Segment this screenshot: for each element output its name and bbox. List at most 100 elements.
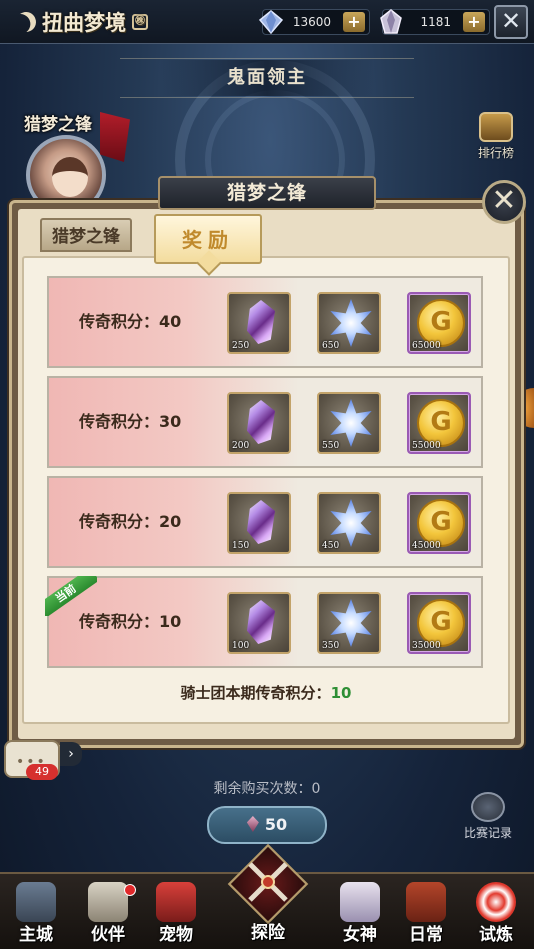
gold-coin-icon: G <box>417 299 465 347</box>
reward-item[interactable]: 150 <box>227 492 291 554</box>
item-quantity: 100 <box>232 641 250 651</box>
diamond-counter: 13600 + <box>258 9 370 35</box>
goddess-icon <box>340 882 380 922</box>
item-quantity: 200 <box>232 441 250 451</box>
nav-item-partners[interactable]: 伙伴 <box>78 874 138 949</box>
item-quantity: 250 <box>232 341 250 351</box>
item-quantity: 65000 <box>412 341 441 351</box>
reward-item[interactable]: 100 <box>227 592 291 654</box>
knight-icon <box>88 882 128 922</box>
reward-row: 传奇积分：40 250 650 G 65000 <box>47 276 483 368</box>
star-crystal-icon <box>330 499 372 547</box>
gem-icon <box>246 816 259 832</box>
item-quantity: 35000 <box>412 641 441 651</box>
chevron-right-icon[interactable]: › <box>60 742 82 766</box>
reward-row: 传奇积分：20 150 450 G 45000 <box>47 476 483 568</box>
nav-item-goddess[interactable]: 女神 <box>330 874 390 949</box>
game-title-text: 扭曲梦境 <box>42 11 126 35</box>
leaderboard-label: 排行榜 <box>477 146 514 160</box>
reward-item[interactable]: 650 <box>317 292 381 354</box>
reward-row: 传奇积分：30 200 550 G 55000 <box>47 376 483 468</box>
crystal-counter: 1181 + <box>380 9 490 35</box>
notification-dot <box>124 884 136 896</box>
item-quantity: 350 <box>322 641 340 651</box>
reward-item[interactable]: 450 <box>317 492 381 554</box>
reward-item[interactable]: G 55000 <box>407 392 471 454</box>
summary-value: 10 <box>330 684 352 702</box>
nav-item-trial[interactable]: 试炼 <box>466 874 526 949</box>
crystal-icon <box>247 400 275 444</box>
reward-item[interactable]: 250 <box>227 292 291 354</box>
reward-tier-label: 传奇积分：40 <box>79 312 182 331</box>
dialog-title: 猎梦之锋 <box>158 176 376 210</box>
nav-label: 女神 <box>343 925 377 945</box>
remaining-purchases: 剩余购买次数：0 <box>213 781 321 797</box>
item-quantity: 650 <box>322 341 340 351</box>
castle-icon <box>16 882 56 922</box>
add-crystal-button[interactable]: + <box>463 12 485 32</box>
star-crystal-icon <box>330 299 372 347</box>
skull-icon <box>471 792 505 822</box>
nav-item-pets[interactable]: 宠物 <box>146 874 206 949</box>
close-dialog-button[interactable]: ✕ <box>482 180 526 224</box>
crystal-amount: 1181 <box>420 15 451 29</box>
nav-item-main-city[interactable]: 主城 <box>6 874 66 949</box>
nav-label: 日常 <box>409 925 443 945</box>
star-crystal-icon <box>330 399 372 447</box>
divider <box>120 58 414 59</box>
reward-item[interactable]: G 45000 <box>407 492 471 554</box>
gold-coin-icon: G <box>417 599 465 647</box>
hero-label: 猎梦之锋 <box>24 115 92 135</box>
nav-label: 宠物 <box>159 925 193 945</box>
summary-label: 骑士团本期传奇积分： <box>180 684 331 702</box>
add-diamond-button[interactable]: + <box>343 12 365 32</box>
reward-item[interactable]: 350 <box>317 592 381 654</box>
target-icon <box>476 882 516 922</box>
diamond-icon <box>258 10 284 35</box>
diamond-amount: 13600 <box>292 15 331 29</box>
game-title: 扭曲梦境 ㊑ <box>16 6 148 38</box>
nav-item-explore[interactable]: 探险 <box>216 843 320 949</box>
nav-item-daily[interactable]: 日常 <box>396 874 456 949</box>
guild-score-summary: 骑士团本期传奇积分：10 <box>22 682 510 703</box>
tab-hunter[interactable]: 猎梦之锋 <box>40 218 132 252</box>
nav-label: 探险 <box>251 923 285 943</box>
item-quantity: 550 <box>322 441 340 451</box>
sword-glyph <box>248 862 288 902</box>
crystal-icon <box>247 600 275 644</box>
buy-button[interactable]: 50 <box>207 806 327 844</box>
current-tag: 当前 <box>45 576 97 616</box>
item-quantity: 45000 <box>412 541 441 551</box>
nav-label: 试炼 <box>479 925 513 945</box>
current-tier-ribbon: 当前 <box>45 576 97 616</box>
reward-tier-label: 传奇积分：30 <box>79 412 182 431</box>
item-quantity: 55000 <box>412 441 441 451</box>
crystal-icon <box>247 300 275 344</box>
reward-item[interactable]: G 35000 <box>407 592 471 654</box>
book-icon <box>406 882 446 922</box>
buy-price: 50 <box>264 815 288 834</box>
reward-item[interactable]: G 65000 <box>407 292 471 354</box>
crystal-icon <box>247 500 275 544</box>
item-quantity: 450 <box>322 541 340 551</box>
divider <box>120 97 414 98</box>
star-crystal-icon <box>330 599 372 647</box>
match-record-label: 比赛记录 <box>463 826 512 840</box>
top-bar: 扭曲梦境 ㊑ 13600 + 1181 + ✕ <box>0 0 534 44</box>
reward-item[interactable]: 200 <box>227 392 291 454</box>
gold-coin-icon: G <box>417 499 465 547</box>
moon-icon <box>13 9 39 35</box>
nav-label: 伙伴 <box>91 925 125 945</box>
item-quantity: 150 <box>232 541 250 551</box>
match-record-button[interactable]: 比赛记录 <box>458 792 518 844</box>
reward-row-current: 当前 传奇积分：10 100 350 G 35000 <box>45 576 483 668</box>
trophy-icon <box>479 112 513 142</box>
close-page-button[interactable]: ✕ <box>494 5 528 39</box>
reward-tier-label: 传奇积分：20 <box>79 512 182 531</box>
tab-rewards[interactable]: 奖励 <box>154 214 262 264</box>
crystal-icon <box>380 9 402 34</box>
boss-name: 鬼面领主 <box>160 60 374 96</box>
reward-item[interactable]: 550 <box>317 392 381 454</box>
gold-coin-icon: G <box>417 399 465 447</box>
leaderboard-button[interactable]: 排行榜 <box>470 112 522 162</box>
